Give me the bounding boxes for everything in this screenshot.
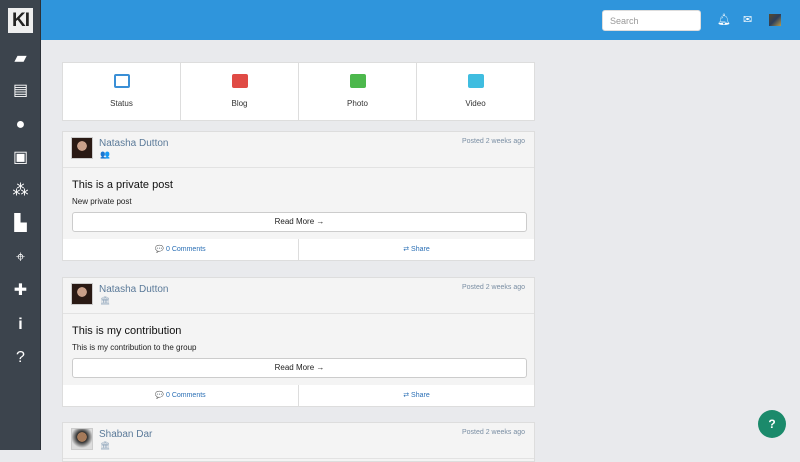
institution-icon: 🏛 xyxy=(100,296,111,305)
help-icon[interactable]: ? xyxy=(0,345,41,371)
help-chat-button[interactable]: ? xyxy=(758,410,786,438)
read-more-button[interactable]: Read More → xyxy=(72,212,527,232)
video-button[interactable]: Video xyxy=(417,63,534,120)
pencil-icon xyxy=(231,74,248,88)
post-title: This is my contribution xyxy=(72,325,182,337)
institution-icon: 🏛 xyxy=(100,441,111,450)
post-time: Posted 2 weeks ago xyxy=(461,429,525,436)
crosshairs-icon[interactable]: ⌖ xyxy=(0,245,41,271)
status-button[interactable]: Status xyxy=(63,63,181,120)
group-icon[interactable]: ⁂ xyxy=(0,178,41,204)
sidebar: KI ▰ ▤ ● ▣ ⁂ ▙ ⌖ ✚ i ? xyxy=(0,0,41,450)
blog-button[interactable]: Blog xyxy=(181,63,299,120)
post-time: Posted 2 weeks ago xyxy=(461,284,525,291)
read-more-button[interactable]: Read More → xyxy=(72,358,527,378)
group-icon: 👥 xyxy=(100,150,110,159)
logo[interactable]: KI xyxy=(8,8,33,33)
post-actions: Status Blog Photo Video xyxy=(62,62,535,121)
bell-icon[interactable]: 🔔︎ xyxy=(717,13,731,26)
factory-icon[interactable]: ▙ xyxy=(0,211,41,237)
edit-icon xyxy=(113,74,130,88)
book-icon[interactable]: ▰ xyxy=(0,46,41,72)
avatar[interactable] xyxy=(71,428,93,450)
user-avatar[interactable] xyxy=(769,14,781,26)
tie-icon[interactable]: ▣ xyxy=(0,145,41,171)
search-input[interactable] xyxy=(602,10,701,31)
author-name[interactable]: Natasha Dutton xyxy=(99,138,169,149)
avatar[interactable] xyxy=(71,137,93,159)
post-card: Shaban Dar 🏛 Posted 2 weeks ago xyxy=(62,422,535,462)
post-title: This is a private post xyxy=(72,179,173,191)
post-card: Natasha Dutton 👥 Posted 2 weeks ago This… xyxy=(62,131,535,261)
post-time: Posted 2 weeks ago xyxy=(461,138,525,145)
share-link[interactable]: ⇄ Share xyxy=(299,239,534,260)
author-name[interactable]: Shaban Dar xyxy=(99,429,152,440)
camera-icon xyxy=(349,74,366,88)
avatar[interactable] xyxy=(71,283,93,305)
share-link[interactable]: ⇄ Share xyxy=(299,385,534,406)
video-camera-icon xyxy=(467,74,484,88)
newspaper-icon[interactable]: ▤ xyxy=(0,78,41,104)
user-plus-icon[interactable]: ✚ xyxy=(0,278,41,304)
post-text: New private post xyxy=(72,197,132,206)
top-bar: 🔔︎ ✉ xyxy=(41,0,800,40)
mail-icon[interactable]: ✉ xyxy=(743,13,752,26)
post-card: Natasha Dutton 🏛 Posted 2 weeks ago This… xyxy=(62,277,535,407)
info-icon[interactable]: i xyxy=(0,312,41,338)
post-text: This is my contribution to the group xyxy=(72,343,197,352)
user-icon[interactable]: ● xyxy=(0,112,41,138)
comments-link[interactable]: 💬 0 Comments xyxy=(63,385,299,406)
photo-button[interactable]: Photo xyxy=(299,63,417,120)
author-name[interactable]: Natasha Dutton xyxy=(99,284,169,295)
comments-link[interactable]: 💬 0 Comments xyxy=(63,239,299,260)
